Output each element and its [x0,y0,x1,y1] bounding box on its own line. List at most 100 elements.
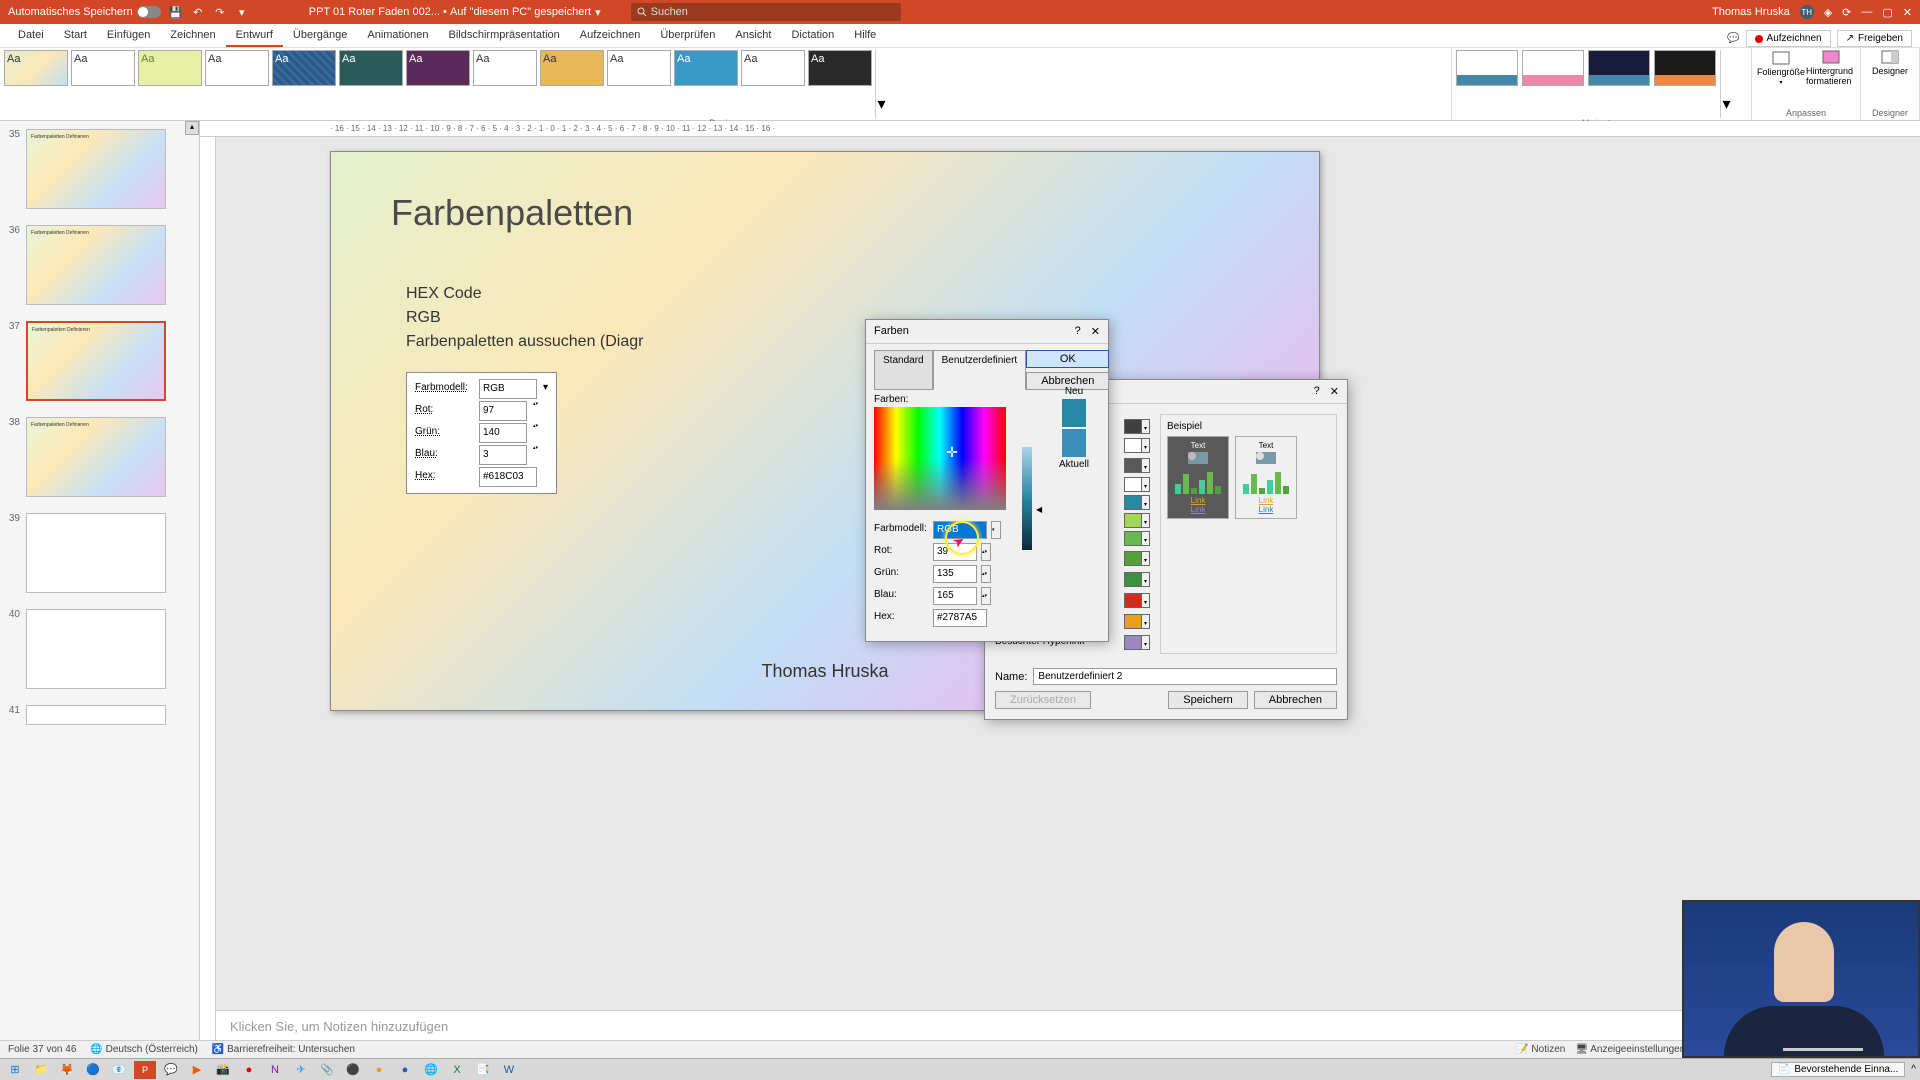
user-avatar-icon[interactable]: TH [1800,5,1814,19]
format-background-button[interactable]: Hintergrund formatieren [1806,50,1856,86]
blue-input[interactable]: 165 [933,587,977,605]
scroll-up-icon[interactable]: ▴ [185,121,199,135]
color-gradient[interactable]: ✛ [874,407,1006,510]
tab-hilfe[interactable]: Hilfe [844,25,886,47]
variant-thumb[interactable] [1522,50,1584,86]
designer-button[interactable]: Designer [1865,50,1915,76]
theme-color-swatch[interactable]: ▾ [1124,513,1150,528]
tab-animationen[interactable]: Animationen [357,25,438,47]
tab-aufzeichnen[interactable]: Aufzeichnen [570,25,651,47]
slide-thumb-41[interactable] [26,705,166,725]
theme-color-swatch[interactable]: ▾ [1124,458,1150,473]
theme-color-swatch[interactable]: ▾ [1124,551,1150,566]
theme-name-input[interactable] [1033,668,1337,685]
theme-color-swatch[interactable]: ▾ [1124,419,1150,434]
zoom-slider[interactable] [1783,1048,1863,1051]
accessibility-button[interactable]: ♿ Barrierefreiheit: Untersuchen [212,1044,355,1055]
slide-size-button[interactable]: Foliengröße ▾ [1756,50,1806,86]
hex-input[interactable]: #2787A5 [933,609,987,627]
tab-zeichnen[interactable]: Zeichnen [160,25,225,47]
excel-icon[interactable]: X [446,1061,468,1079]
tab-datei[interactable]: Datei [8,25,54,47]
slide-body[interactable]: HEX Code RGB Farbenpaletten aussuchen (D… [406,282,643,354]
slide-thumb-36[interactable]: Farbenpaletten Definieren [26,225,166,305]
design-thumb[interactable]: Aa [138,50,202,86]
design-thumb[interactable]: Aa [473,50,537,86]
tab-standard[interactable]: Standard [874,350,933,390]
more-icon[interactable]: ▾ [235,5,249,19]
design-thumb[interactable]: Aa [540,50,604,86]
slide-title[interactable]: Farbenpaletten [391,192,633,234]
chrome-icon[interactable]: 🔵 [82,1061,104,1079]
collapse-ribbon-icon[interactable]: 💬 [1727,33,1739,44]
slide-author[interactable]: Thomas Hruska [761,661,888,682]
design-thumb[interactable]: Aa [4,50,68,86]
app-icon[interactable]: ● [368,1061,390,1079]
design-thumb[interactable]: Aa [741,50,805,86]
tab-ueberpruefen[interactable]: Überprüfen [650,25,725,47]
tab-einfuegen[interactable]: Einfügen [97,25,160,47]
obs-icon[interactable]: ⚫ [342,1061,364,1079]
slide-thumb-38[interactable]: Farbenpaletten Definieren [26,417,166,497]
app-icon[interactable]: ● [394,1061,416,1079]
notes-button[interactable]: 📝 Notizen [1516,1044,1565,1055]
value-arrow-icon[interactable]: ◀ [1036,505,1042,514]
explorer-icon[interactable]: 📁 [30,1061,52,1079]
help-icon[interactable]: ? [1075,325,1081,338]
user-name[interactable]: Thomas Hruska [1712,6,1790,18]
undo-icon[interactable]: ↶ [191,5,205,19]
variant-thumb[interactable] [1588,50,1650,86]
variant-thumb[interactable] [1456,50,1518,86]
tab-dictation[interactable]: Dictation [781,25,844,47]
autosave-toggle[interactable] [137,6,161,18]
telegram-icon[interactable]: ✈ [290,1061,312,1079]
theme-color-swatch[interactable]: ▾ [1124,593,1150,608]
notes-pane[interactable]: Klicken Sie, um Notizen hinzuzufügen [216,1010,1920,1040]
taskbar-task[interactable]: 📄 Bevorstehende Einna... [1771,1062,1905,1077]
display-settings-button[interactable]: 🖥 Anzeigeeinstellungen [1575,1044,1685,1055]
save-icon[interactable]: 💾 [169,5,183,19]
designs-more-icon[interactable]: ▾ [875,50,887,118]
redo-icon[interactable]: ↷ [213,5,227,19]
close-icon[interactable]: ✕ [1091,325,1100,338]
minimize-icon[interactable]: — [1861,6,1872,18]
design-thumb[interactable]: Aa [339,50,403,86]
search-input[interactable]: Suchen [631,3,901,21]
app-icon[interactable]: 💬 [160,1061,182,1079]
slide-thumb-35[interactable]: Farbenpaletten Definieren [26,129,166,209]
tab-custom[interactable]: Benutzerdefiniert [933,350,1027,390]
tab-entwurf[interactable]: Entwurf [226,25,283,47]
tab-start[interactable]: Start [54,25,97,47]
edge-icon[interactable]: 🌐 [420,1061,442,1079]
slide-thumb-37[interactable]: Farbenpaletten Definieren [26,321,166,401]
color-model-select[interactable]: RGB [933,521,987,539]
save-button[interactable]: Speichern [1168,691,1248,709]
cancel-button[interactable]: Abbrechen [1254,691,1337,709]
tray-chevron-icon[interactable]: ^ [1911,1064,1916,1075]
design-thumb[interactable]: Aa [808,50,872,86]
tab-bildschirm[interactable]: Bildschirmpräsentation [439,25,570,47]
design-thumb[interactable]: Aa [272,50,336,86]
app-icon[interactable]: 📑 [472,1061,494,1079]
vlc-icon[interactable]: ▶ [186,1061,208,1079]
ok-button[interactable]: OK [1026,350,1109,368]
theme-color-swatch[interactable]: ▾ [1124,477,1150,492]
design-thumb[interactable]: Aa [71,50,135,86]
design-thumb[interactable]: Aa [205,50,269,86]
theme-color-swatch[interactable]: ▾ [1124,614,1150,629]
app-icon[interactable]: 📎 [316,1061,338,1079]
design-thumb[interactable]: Aa [607,50,671,86]
design-thumb[interactable]: Aa [406,50,470,86]
theme-color-swatch[interactable]: ▾ [1124,438,1150,453]
record-button[interactable]: Aufzeichnen [1746,30,1831,47]
slide-counter[interactable]: Folie 37 von 46 [8,1044,76,1055]
theme-color-swatch[interactable]: ▾ [1124,495,1150,510]
word-icon[interactable]: W [498,1061,520,1079]
value-slider[interactable] [1022,447,1032,550]
theme-color-swatch[interactable]: ▾ [1124,572,1150,587]
app-icon[interactable]: ● [238,1061,260,1079]
onenote-icon[interactable]: N [264,1061,286,1079]
slide-thumb-39[interactable] [26,513,166,593]
green-input[interactable]: 135 [933,565,977,583]
slide-thumb-40[interactable] [26,609,166,689]
